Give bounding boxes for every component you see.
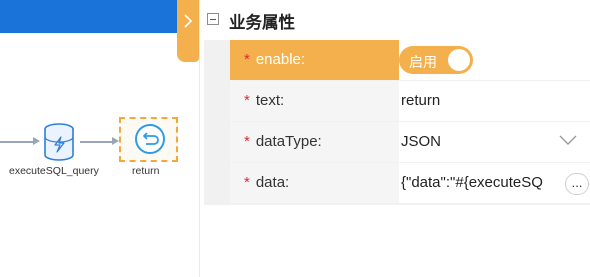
canvas-top-bar [0, 0, 200, 33]
edge-sql-to-return [80, 141, 113, 143]
data-input[interactable]: {"data":"#{executeSQ ... [399, 163, 590, 203]
chevron-down-icon [559, 135, 577, 145]
required-mark: * [244, 133, 250, 150]
required-mark: * [244, 174, 250, 191]
required-mark: * [244, 92, 250, 109]
return-node[interactable] [119, 117, 178, 162]
return-node-label: return [132, 165, 160, 177]
property-row-data[interactable]: * data: {"data":"#{executeSQ ... [204, 163, 590, 203]
data-more-button[interactable]: ... [565, 173, 589, 195]
properties-panel: 业务属性 * enable: 启用 * text: return * dataT… [199, 0, 590, 277]
property-row-datatype[interactable]: * dataType: JSON [204, 122, 590, 162]
properties-table: * enable: 启用 * text: return * dataType: [204, 40, 590, 205]
property-value-enable: 启用 [399, 40, 590, 80]
text-input[interactable]: return [399, 81, 590, 121]
row-gutter [204, 40, 230, 80]
toggle-text: 启用 [409, 54, 437, 70]
property-label-text: enable: [255, 51, 306, 68]
edge-incoming-arrowhead [33, 137, 40, 145]
required-mark: * [244, 51, 250, 68]
property-label-text: text: [255, 92, 285, 109]
property-label-data: * data: [230, 163, 399, 203]
data-input-value: {"data":"#{executeSQ [401, 174, 543, 191]
enable-toggle[interactable]: 启用 [399, 46, 473, 74]
return-icon [135, 124, 165, 154]
panel-title: 业务属性 [229, 14, 295, 32]
execute-sql-node[interactable] [41, 122, 77, 164]
collapse-section-icon[interactable] [207, 13, 219, 25]
row-gutter [204, 163, 230, 203]
property-row-enable[interactable]: * enable: 启用 [204, 40, 590, 80]
row-gutter [204, 81, 230, 121]
panel-header: 业务属性 [200, 0, 590, 40]
execute-sql-node-label: executeSQL_query [9, 165, 99, 177]
edge-sql-to-return-arrowhead [112, 137, 119, 145]
toggle-knob [448, 49, 470, 71]
datatype-select[interactable]: JSON [399, 122, 590, 162]
panel-collapse-button[interactable] [177, 0, 199, 62]
property-label-text: * text: [230, 81, 399, 121]
chevron-right-icon [184, 14, 193, 28]
property-label-text: dataType: [255, 133, 322, 150]
property-label-datatype: * dataType: [230, 122, 399, 162]
flow-canvas[interactable]: executeSQL_query return [0, 0, 200, 277]
row-gutter [204, 122, 230, 162]
property-label-enable: * enable: [230, 40, 399, 80]
edge-incoming [0, 141, 34, 143]
property-label-text: data: [255, 174, 290, 191]
database-icon [44, 123, 74, 161]
datatype-selected-value: JSON [401, 133, 442, 150]
property-row-text[interactable]: * text: return [204, 81, 590, 121]
